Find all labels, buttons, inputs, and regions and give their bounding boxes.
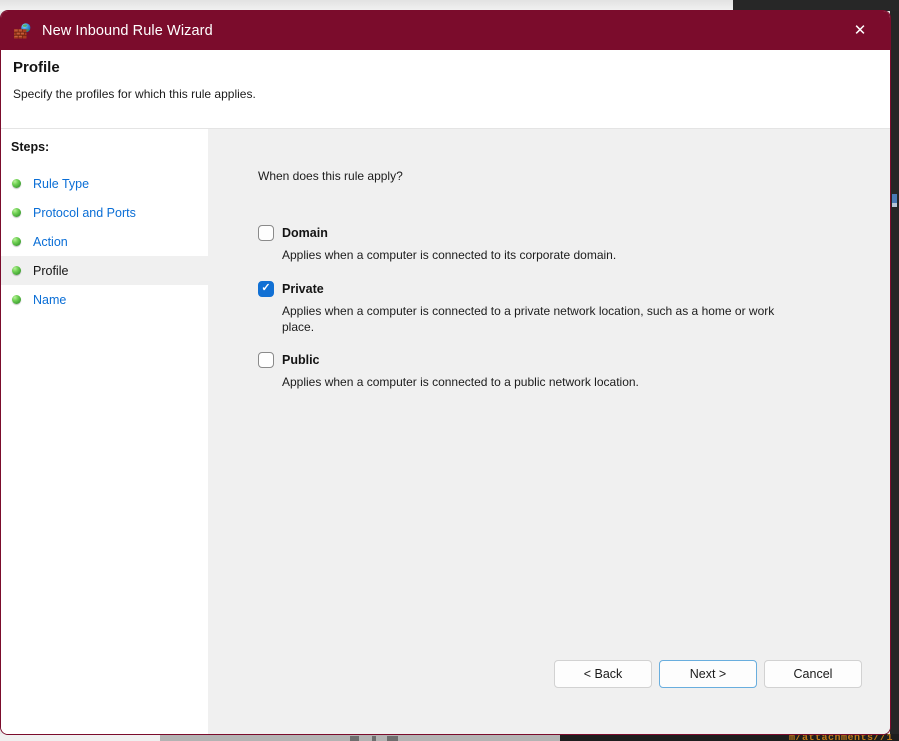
domain-description: Applies when a computer is connected to … xyxy=(282,248,805,264)
step-bullet-icon xyxy=(12,237,21,246)
background-artifact xyxy=(0,734,160,741)
new-inbound-rule-wizard-dialog: New Inbound Rule Wizard ✕ Profile Specif… xyxy=(0,10,891,735)
step-label: Name xyxy=(33,293,66,307)
cancel-button[interactable]: Cancel xyxy=(764,660,862,688)
steps-heading: Steps: xyxy=(1,134,208,160)
close-icon[interactable]: ✕ xyxy=(846,17,874,45)
background-artifact xyxy=(387,736,398,741)
profile-options-panel: When does this rule apply? Domain Applie… xyxy=(208,129,890,734)
background-artifact xyxy=(892,203,897,207)
background-bottom-strip: m/attachments//1 xyxy=(0,734,899,741)
sidebar-item-action[interactable]: Action xyxy=(1,227,208,256)
background-window-edge xyxy=(890,11,899,741)
step-bullet-icon xyxy=(12,208,21,217)
private-label[interactable]: Private xyxy=(282,282,324,296)
private-description: Applies when a computer is connected to … xyxy=(282,304,805,336)
page-title: Profile xyxy=(13,59,876,76)
next-button[interactable]: Next > xyxy=(659,660,757,688)
window-title: New Inbound Rule Wizard xyxy=(42,23,213,39)
public-description: Applies when a computer is connected to … xyxy=(282,375,805,391)
step-label: Action xyxy=(33,235,68,249)
steps-sidebar: Steps: Rule Type Protocol and Ports Acti… xyxy=(1,129,208,734)
step-label: Profile xyxy=(33,264,68,278)
sidebar-item-rule-type[interactable]: Rule Type xyxy=(1,169,208,198)
step-label: Protocol and Ports xyxy=(33,206,136,220)
step-label: Rule Type xyxy=(33,177,89,191)
background-artifact xyxy=(892,194,897,203)
domain-checkbox[interactable] xyxy=(258,225,274,241)
step-bullet-icon xyxy=(12,295,21,304)
back-button[interactable]: < Back xyxy=(554,660,652,688)
sidebar-item-protocol-and-ports[interactable]: Protocol and Ports xyxy=(1,198,208,227)
titlebar[interactable]: New Inbound Rule Wizard ✕ xyxy=(1,11,890,50)
background-artifact xyxy=(160,734,560,741)
background-artifact xyxy=(350,736,359,741)
background-url-text: m/attachments//1 xyxy=(789,734,893,741)
background-browser-fragment: m/attachments//1 xyxy=(560,734,899,741)
public-checkbox[interactable] xyxy=(258,352,274,368)
page-subtitle: Specify the profiles for which this rule… xyxy=(13,87,876,101)
step-bullet-icon xyxy=(12,179,21,188)
sidebar-item-name[interactable]: Name xyxy=(1,285,208,314)
sidebar-item-profile[interactable]: Profile xyxy=(1,256,208,285)
private-checkbox[interactable] xyxy=(258,281,274,297)
wizard-content: Steps: Rule Type Protocol and Ports Acti… xyxy=(1,128,890,734)
background-artifact xyxy=(372,736,376,741)
firewall-icon xyxy=(14,23,32,39)
profile-option-domain: Domain Applies when a computer is connec… xyxy=(258,225,890,264)
domain-label[interactable]: Domain xyxy=(282,226,328,240)
wizard-page-header: Profile Specify the profiles for which t… xyxy=(1,50,890,128)
wizard-button-bar: < Back Next > Cancel xyxy=(554,660,862,688)
profile-checkbox-list: Domain Applies when a computer is connec… xyxy=(258,225,890,391)
question-text: When does this rule apply? xyxy=(258,169,890,183)
profile-option-public: Public Applies when a computer is connec… xyxy=(258,352,890,391)
profile-option-private: Private Applies when a computer is conne… xyxy=(258,281,890,336)
public-label[interactable]: Public xyxy=(282,353,320,367)
step-bullet-icon xyxy=(12,266,21,275)
